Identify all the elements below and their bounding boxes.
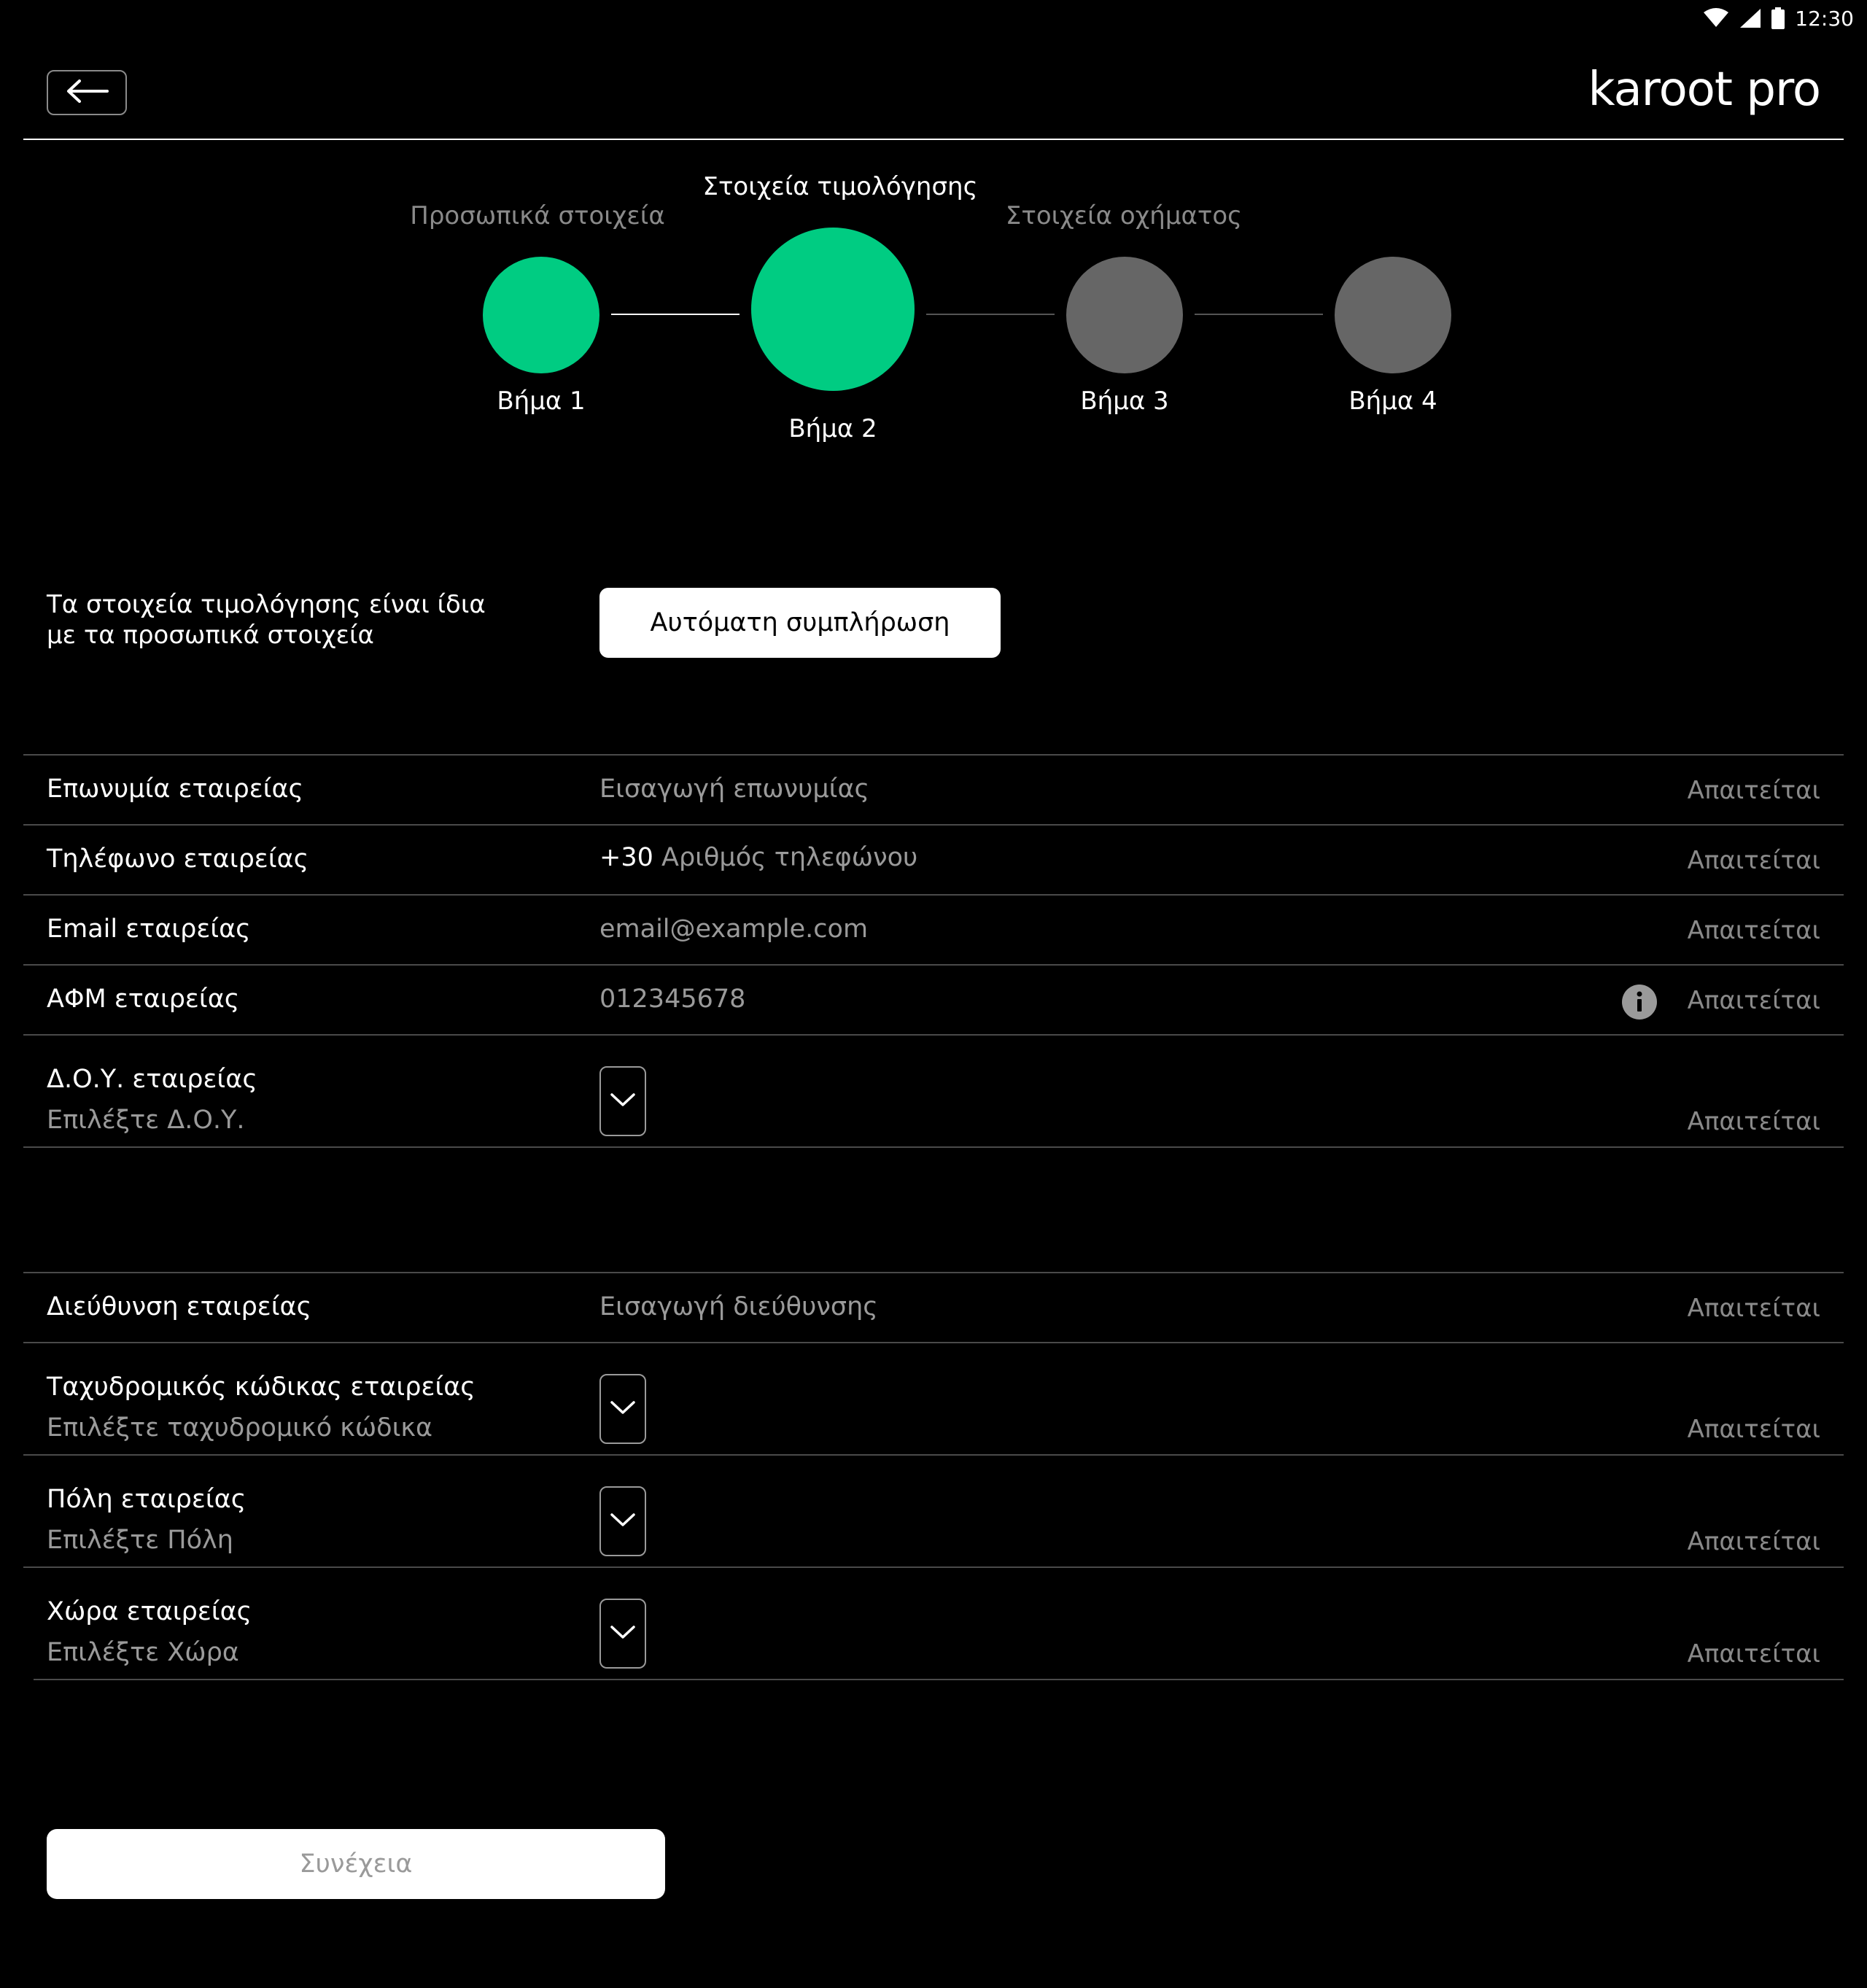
row-divider xyxy=(23,1034,1844,1036)
company-address-input[interactable]: Εισαγωγή διεύθυνσης xyxy=(599,1292,878,1321)
header-divider xyxy=(23,139,1844,140)
field-label: ΑΦΜ εταιρείας xyxy=(47,985,240,1014)
required-indicator: Απαιτείται xyxy=(1687,916,1820,945)
row-divider xyxy=(23,964,1844,966)
field-label: Διεύθυνση εταιρείας xyxy=(47,1292,312,1321)
required-indicator: Απαιτείται xyxy=(1687,1639,1820,1669)
country-selected-value: Επιλέξτε Χώρα xyxy=(47,1638,239,1667)
step-2-label: Βήμα 2 xyxy=(788,414,877,443)
row-divider xyxy=(23,754,1844,756)
row-divider xyxy=(23,1272,1844,1273)
arrow-left-icon xyxy=(65,79,109,106)
required-indicator: Απαιτείται xyxy=(1687,1527,1820,1556)
field-label: Email εταιρείας xyxy=(47,915,251,944)
step-2-circle xyxy=(751,228,915,391)
company-name-input[interactable]: Εισαγωγή επωνυμίας xyxy=(599,774,869,804)
city-dropdown-button[interactable] xyxy=(599,1486,646,1556)
company-email-input[interactable]: email@example.com xyxy=(599,915,868,944)
phone-placeholder: Αριθμός τηλεφώνου xyxy=(661,843,918,872)
step-3-label: Βήμα 3 xyxy=(1080,387,1169,416)
field-label: Δ.Ο.Υ. εταιρείας xyxy=(47,1065,257,1094)
field-label: Επωνυμία εταιρείας xyxy=(47,774,304,804)
field-label: Χώρα εταιρείας xyxy=(47,1597,252,1626)
chevron-down-icon xyxy=(610,1399,636,1418)
battery-icon xyxy=(1771,7,1785,29)
chevron-down-icon xyxy=(610,1624,636,1643)
step-connector-3 xyxy=(1195,314,1323,315)
tax-office-dropdown-button[interactable] xyxy=(599,1066,646,1136)
autofill-button[interactable]: Αυτόματη συμπλήρωση xyxy=(599,588,1001,658)
required-indicator: Απαιτείται xyxy=(1687,776,1820,805)
info-icon[interactable] xyxy=(1622,985,1657,1020)
step-1-circle xyxy=(483,257,599,373)
postal-code-selected-value: Επιλέξτε ταχυδρομικό κώδικα xyxy=(47,1413,433,1443)
step-1-label: Βήμα 1 xyxy=(497,387,586,416)
step-connector-1 xyxy=(611,314,740,315)
step-2-title: Στοιχεία τιμολόγησης xyxy=(702,172,978,201)
autofill-description: Τα στοιχεία τιμολόγησης είναι ίδια με τα… xyxy=(47,590,486,650)
row-divider xyxy=(23,824,1844,826)
chevron-down-icon xyxy=(610,1092,636,1111)
required-indicator: Απαιτείται xyxy=(1687,1415,1820,1444)
field-label: Πόλη εταιρείας xyxy=(47,1485,247,1514)
company-phone-input[interactable]: +30 Αριθμός τηλεφώνου xyxy=(599,843,917,872)
row-divider xyxy=(23,894,1844,896)
required-indicator: Απαιτείται xyxy=(1687,846,1820,875)
step-3-circle xyxy=(1066,257,1183,373)
field-label: Τηλέφωνο εταιρείας xyxy=(47,844,309,874)
step-4-label: Βήμα 4 xyxy=(1348,387,1437,416)
city-selected-value: Επιλέξτε Πόλη xyxy=(47,1526,233,1555)
step-1-title: Προσωπικά στοιχεία xyxy=(410,201,665,230)
chevron-down-icon xyxy=(610,1512,636,1531)
back-button[interactable] xyxy=(47,70,127,115)
row-divider xyxy=(34,1679,1844,1680)
country-dropdown-button[interactable] xyxy=(599,1599,646,1669)
required-indicator: Απαιτείται xyxy=(1687,1294,1820,1323)
status-bar: 12:30 xyxy=(1703,0,1867,36)
step-connector-2 xyxy=(926,314,1055,315)
postal-code-dropdown-button[interactable] xyxy=(599,1374,646,1444)
field-label: Ταχυδρομικός κώδικας εταιρείας xyxy=(47,1372,476,1402)
phone-prefix: +30 xyxy=(599,843,653,872)
wifi-icon xyxy=(1703,8,1729,28)
row-divider xyxy=(23,1454,1844,1456)
company-vat-input[interactable]: 012345678 xyxy=(599,985,745,1014)
brand-logo: karoot pro xyxy=(1588,63,1821,117)
required-indicator: Απαιτείται xyxy=(1687,1107,1820,1136)
signal-icon xyxy=(1739,8,1761,28)
step-4-circle xyxy=(1335,257,1451,373)
continue-button[interactable]: Συνέχεια xyxy=(47,1829,665,1899)
row-divider xyxy=(23,1566,1844,1568)
row-divider xyxy=(23,1146,1844,1148)
row-divider xyxy=(23,1342,1844,1343)
status-time: 12:30 xyxy=(1795,6,1854,31)
required-indicator: Απαιτείται xyxy=(1687,986,1820,1015)
tax-office-selected-value: Επιλέξτε Δ.Ο.Υ. xyxy=(47,1106,245,1135)
step-3-title: Στοιχεία οχήματος xyxy=(1005,201,1243,230)
